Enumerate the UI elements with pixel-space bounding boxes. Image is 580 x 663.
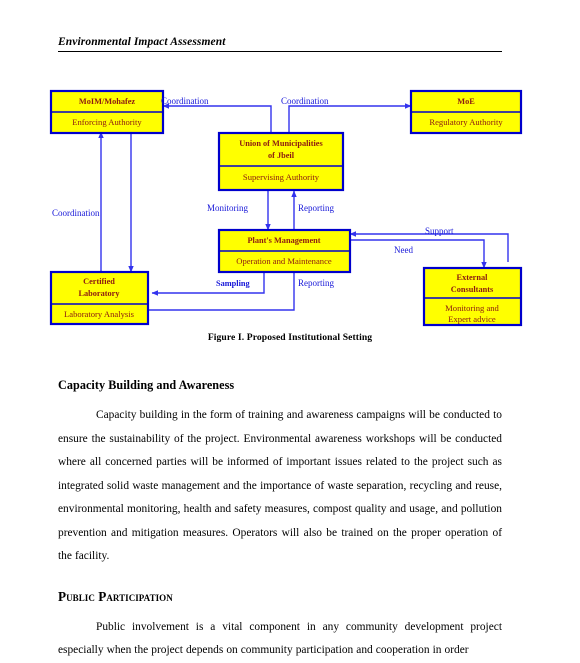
box-moe: MoE Regulatory Authority xyxy=(409,89,523,135)
edge-label-coordination-side: Coordination xyxy=(52,208,100,218)
box-plants-management: Plant's Management Operation and Mainten… xyxy=(217,228,352,274)
section-heading-public-participation: Public Participation xyxy=(58,588,173,604)
section-heading-capacity-building: Capacity Building and Awareness xyxy=(58,378,235,392)
box-moe-subtitle: Regulatory Authority xyxy=(429,117,503,127)
institutional-setting-diagram: MoIM/Mohafez Enforcing Authority MoE Reg… xyxy=(0,82,580,352)
page-running-header: Environmental Impact Assessment xyxy=(58,36,502,52)
paragraph-capacity-building: Capacity building in the form of trainin… xyxy=(58,409,502,562)
header-divider-rule xyxy=(58,51,502,52)
section-capacity-building: Capacity Building and Awareness Capacity… xyxy=(58,378,502,569)
edge-plant-to-consultants-need xyxy=(350,239,487,269)
running-header-title: Environmental Impact Assessment xyxy=(58,36,226,48)
box-consultants-subtitle-line2: Expert advice xyxy=(448,314,496,324)
paragraph-public-participation: Public involvement is a vital component … xyxy=(58,620,502,657)
edge-union-to-moe xyxy=(288,103,412,133)
section-public-participation: Public Participation Public involvement … xyxy=(58,589,502,663)
box-certified-laboratory: Certified Laboratory Laboratory Analysis xyxy=(49,270,150,326)
box-moim-mohafez: MoIM/Mohafez Enforcing Authority xyxy=(49,89,165,135)
box-external-consultants: External Consultants Monitoring and Expe… xyxy=(422,266,523,327)
box-union-title-line1: Union of Municipalities xyxy=(239,139,323,148)
document-body: Capacity Building and Awareness Capacity… xyxy=(58,378,502,663)
edge-label-need: Need xyxy=(394,245,413,255)
box-consultants-title-line2: Consultants xyxy=(451,285,494,294)
box-union-title-line2: of Jbeil xyxy=(268,151,295,160)
box-union-subtitle: Supervising Authority xyxy=(243,172,320,182)
box-consultants-title-line1: External xyxy=(457,273,489,282)
edge-label-coordination-right: Coordination xyxy=(281,96,329,106)
box-moe-title: MoE xyxy=(457,97,475,106)
edge-label-coordination-left: Coordination xyxy=(161,96,209,106)
figure-caption: Figure I. Proposed Institutional Setting xyxy=(207,332,373,343)
box-consultants-subtitle-line1: Monitoring and xyxy=(445,303,499,313)
box-lab-title-line2: Laboratory xyxy=(78,289,120,298)
edge-label-monitoring: Monitoring xyxy=(207,203,249,213)
box-lab-subtitle: Laboratory Analysis xyxy=(64,309,135,319)
edge-union-to-moim xyxy=(162,103,272,133)
box-moim-subtitle: Enforcing Authority xyxy=(72,117,142,127)
box-union-of-municipalities: Union of Municipalities of Jbeil Supervi… xyxy=(217,131,345,192)
edge-label-reporting-lower: Reporting xyxy=(298,278,334,288)
box-plant-title: Plant's Management xyxy=(247,236,320,245)
edge-label-support: Support xyxy=(425,226,454,236)
edge-label-sampling: Sampling xyxy=(216,279,251,288)
edge-label-reporting-upper: Reporting xyxy=(298,203,334,213)
box-lab-title-line1: Certified xyxy=(83,277,115,286)
box-plant-subtitle: Operation and Maintenance xyxy=(236,256,332,266)
box-moim-title: MoIM/Mohafez xyxy=(79,97,136,106)
